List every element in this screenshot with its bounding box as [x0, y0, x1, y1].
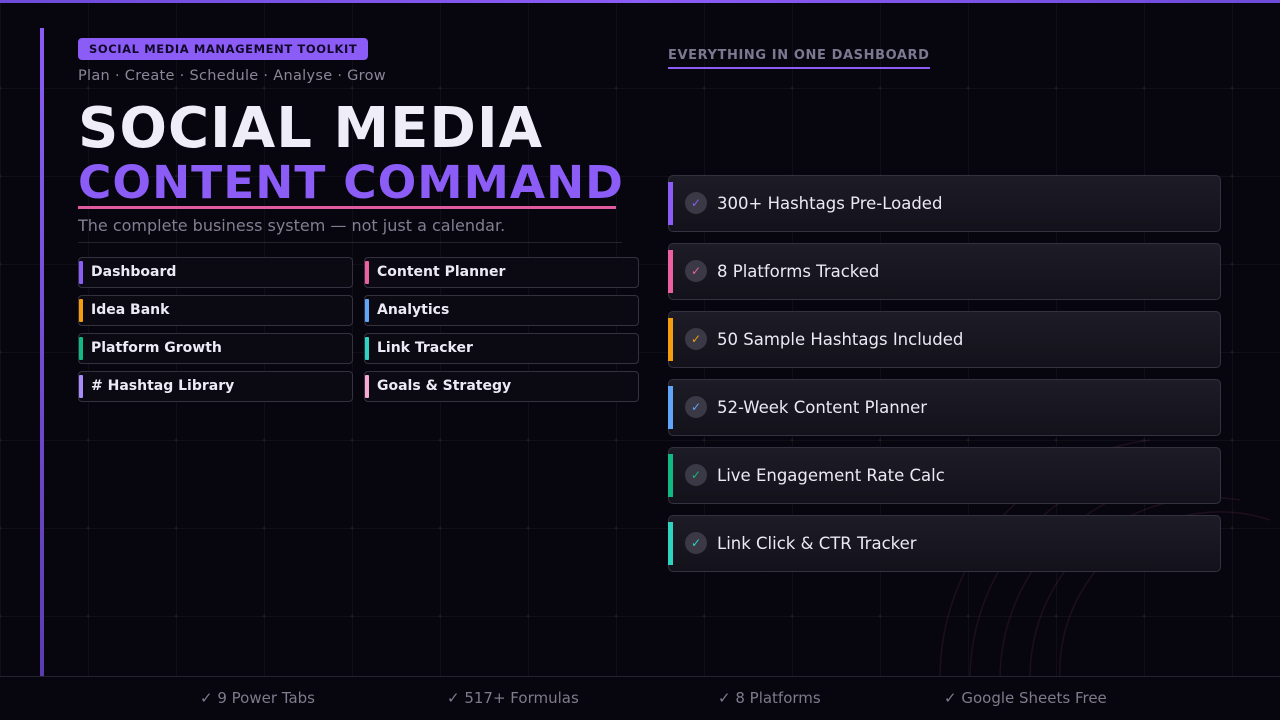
footer-item: ✓ 8 Platforms: [718, 689, 821, 707]
footer-bar: ✓ 9 Power Tabs ✓ 517+ Formulas ✓ 8 Platf…: [0, 676, 1280, 720]
feature-accent: [668, 386, 673, 429]
feature-text: Live Engagement Rate Calc: [717, 466, 945, 485]
feature-card: ✓ Link Click & CTR Tracker: [668, 515, 1221, 572]
tab-label: Analytics: [377, 302, 450, 318]
tab-goals-strategy[interactable]: Goals & Strategy: [364, 371, 639, 402]
check-icon: ✓: [685, 192, 707, 214]
tab-analytics[interactable]: Analytics: [364, 295, 639, 326]
subtitle: The complete business system — not just …: [78, 216, 506, 235]
tab-dashboard[interactable]: Dashboard: [78, 257, 353, 288]
tab-accent: [365, 337, 369, 360]
check-icon: ✓: [685, 532, 707, 554]
title-underline: [78, 206, 616, 209]
tab-accent: [79, 299, 83, 322]
footer-item: ✓ Google Sheets Free: [944, 689, 1107, 707]
tab-accent: [365, 299, 369, 322]
features-heading: EVERYTHING IN ONE DASHBOARD: [668, 48, 930, 69]
tagline: Plan · Create · Schedule · Analyse · Gro…: [78, 68, 386, 84]
tab-platform-growth[interactable]: Platform Growth: [78, 333, 353, 364]
tab-content-planner[interactable]: Content Planner: [364, 257, 639, 288]
tab-label: Link Tracker: [377, 340, 473, 356]
feature-accent: [668, 522, 673, 565]
tab-label: Content Planner: [377, 264, 506, 280]
feature-accent: [668, 318, 673, 361]
top-accent-line: [0, 0, 1280, 3]
footer-item: ✓ 517+ Formulas: [447, 689, 579, 707]
tab-label: Platform Growth: [91, 340, 222, 356]
feature-text: 50 Sample Hashtags Included: [717, 330, 964, 349]
feature-card: ✓ 300+ Hashtags Pre-Loaded: [668, 175, 1221, 232]
check-icon: ✓: [685, 328, 707, 350]
footer-item: ✓ 9 Power Tabs: [200, 689, 315, 707]
feature-text: 52-Week Content Planner: [717, 398, 928, 417]
feature-text: 8 Platforms Tracked: [717, 262, 880, 281]
tab-accent: [79, 375, 83, 398]
tab-accent: [365, 261, 369, 284]
title-line-2: CONTENT COMMAND: [78, 156, 624, 209]
divider: [78, 242, 622, 243]
tab-link-tracker[interactable]: Link Tracker: [364, 333, 639, 364]
tab-accent: [79, 337, 83, 360]
feature-accent: [668, 182, 673, 225]
feature-text: Link Click & CTR Tracker: [717, 534, 917, 553]
feature-text: 300+ Hashtags Pre-Loaded: [717, 194, 943, 213]
tab-label: Idea Bank: [91, 302, 170, 318]
tab-label: Dashboard: [91, 264, 177, 280]
check-icon: ✓: [685, 260, 707, 282]
check-icon: ✓: [685, 464, 707, 486]
feature-card: ✓ Live Engagement Rate Calc: [668, 447, 1221, 504]
tab-label: # Hashtag Library: [91, 378, 235, 394]
title-line-1: SOCIAL MEDIA: [78, 96, 544, 161]
tab-hashtag-library[interactable]: # Hashtag Library: [78, 371, 353, 402]
feature-accent: [668, 454, 673, 497]
tab-label: Goals & Strategy: [377, 378, 512, 394]
feature-card: ✓ 50 Sample Hashtags Included: [668, 311, 1221, 368]
left-accent-bar: [40, 28, 44, 676]
check-icon: ✓: [685, 396, 707, 418]
tab-accent: [79, 261, 83, 284]
tab-idea-bank[interactable]: Idea Bank: [78, 295, 353, 326]
tab-accent: [365, 375, 369, 398]
feature-accent: [668, 250, 673, 293]
feature-card: ✓ 52-Week Content Planner: [668, 379, 1221, 436]
toolkit-badge: SOCIAL MEDIA MANAGEMENT TOOLKIT: [78, 38, 369, 60]
feature-card: ✓ 8 Platforms Tracked: [668, 243, 1221, 300]
